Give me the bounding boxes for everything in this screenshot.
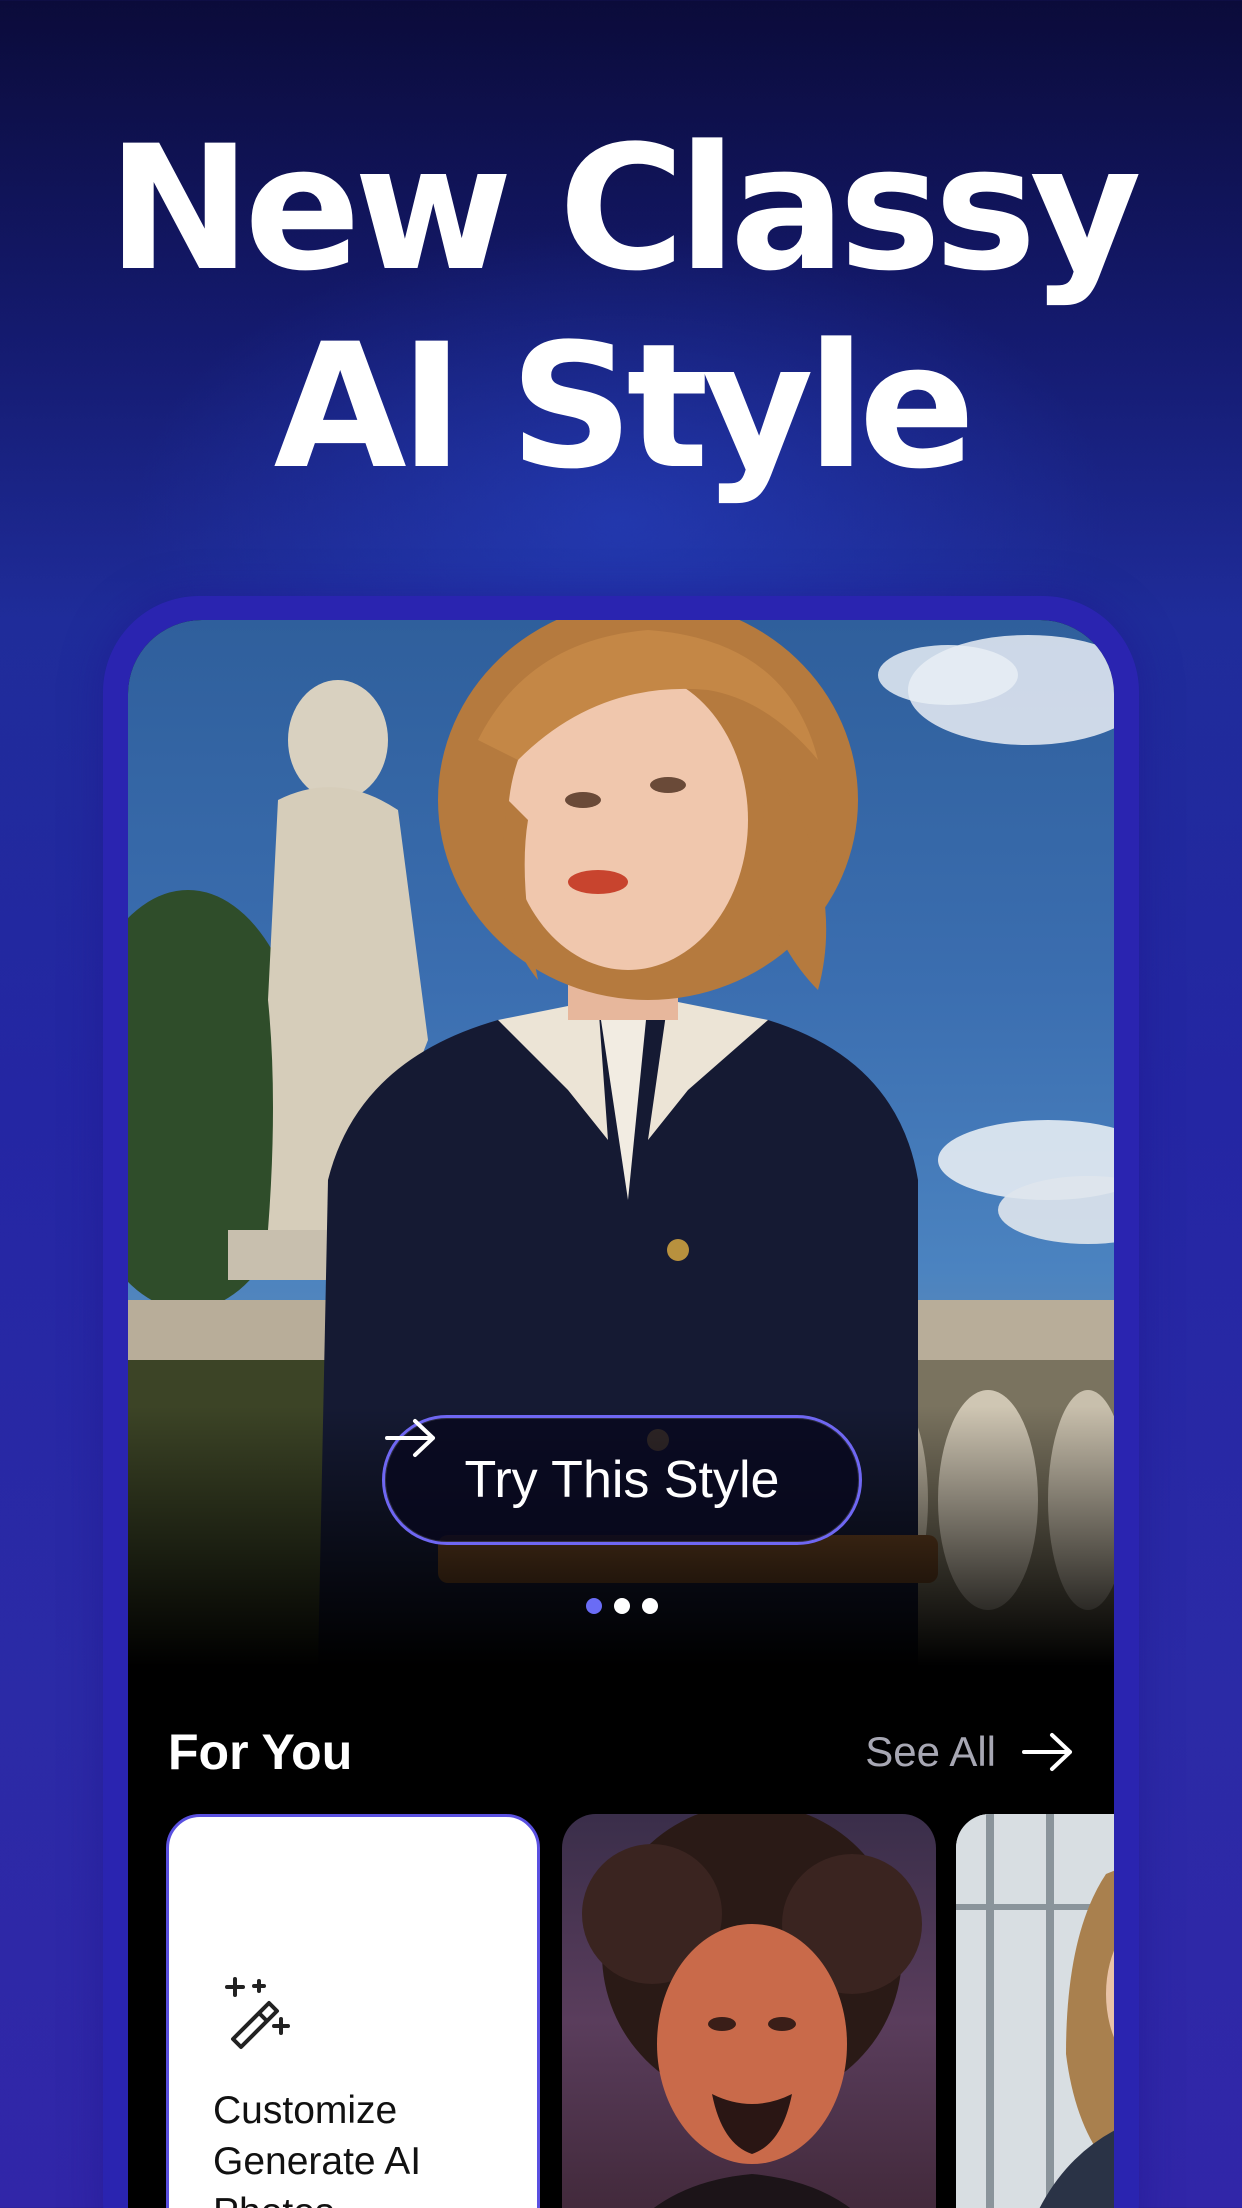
carousel-dot[interactable] xyxy=(642,1598,658,1614)
headline: New Classy AI Style xyxy=(0,110,1242,506)
headline-line-1: New Classy xyxy=(107,108,1142,309)
arrow-right-icon xyxy=(1022,1733,1072,1771)
portrait-illustration xyxy=(582,1814,922,2208)
app-screen: Try This Style For You See All Customize… xyxy=(128,620,1114,2208)
try-this-style-button[interactable]: Try This Style xyxy=(382,1415,862,1545)
customize-card[interactable]: Customize Generate AI Photos xyxy=(166,1814,540,2208)
style-preview-card[interactable] xyxy=(956,1814,1114,2208)
try-this-style-label: Try This Style xyxy=(464,1451,780,1509)
headline-line-2: AI Style xyxy=(273,306,976,507)
magic-wand-icon xyxy=(225,1977,290,2049)
see-all-link[interactable]: See All xyxy=(865,1728,1074,1776)
hero-style-preview[interactable]: Try This Style xyxy=(128,620,1114,1666)
for-you-carousel[interactable]: Customize Generate AI Photos xyxy=(166,1814,1114,2208)
for-you-header: For You See All xyxy=(168,1712,1074,1792)
customize-card-label: Customize Generate AI Photos xyxy=(213,2089,422,2208)
for-you-title: For You xyxy=(168,1724,353,1780)
style-preview-card[interactable] xyxy=(562,1814,936,2208)
arrow-right-icon xyxy=(385,1419,435,1457)
carousel-indicator xyxy=(586,1598,658,1614)
see-all-label: See All xyxy=(865,1728,996,1775)
carousel-dot-active[interactable] xyxy=(586,1598,602,1614)
carousel-dot[interactable] xyxy=(614,1598,630,1614)
portrait-illustration xyxy=(956,1814,1114,2208)
